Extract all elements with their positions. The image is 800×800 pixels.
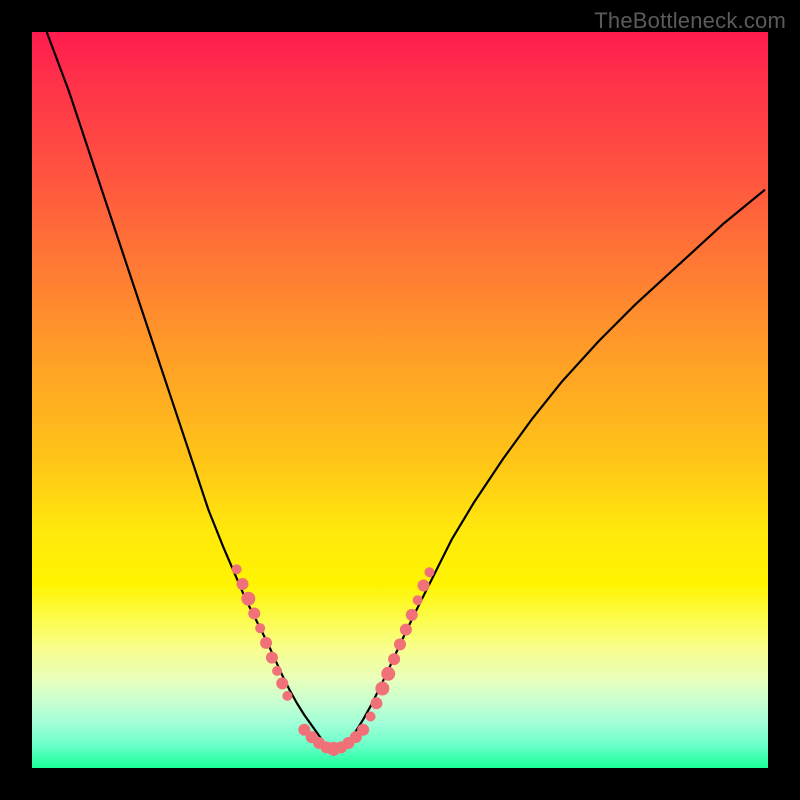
marker-dot (375, 682, 389, 696)
marker-dot (388, 653, 400, 665)
chart-svg (32, 32, 768, 768)
marker-dot (418, 579, 430, 591)
marker-dot (241, 592, 255, 606)
marker-dot (424, 567, 434, 577)
marker-dot (248, 607, 260, 619)
marker-dot (381, 667, 395, 681)
marker-dot (370, 697, 382, 709)
plot-area (32, 32, 768, 768)
marker-dot (394, 638, 406, 650)
marker-dot (400, 624, 412, 636)
marker-dot (413, 595, 423, 605)
watermark-text: TheBottleneck.com (594, 8, 786, 34)
marker-dot (255, 623, 265, 633)
curve-left-branch (47, 32, 334, 755)
marker-dot (266, 652, 278, 664)
marker-dot (232, 564, 242, 574)
curve-right-branch (334, 190, 765, 755)
marker-dot (282, 691, 292, 701)
marker-dot (276, 677, 288, 689)
marker-dot (260, 637, 272, 649)
marker-dot (406, 609, 418, 621)
marker-dot (272, 666, 282, 676)
marker-dot (357, 724, 369, 736)
marker-dot (237, 578, 249, 590)
marker-dot (366, 711, 376, 721)
chart-frame: TheBottleneck.com (0, 0, 800, 800)
marker-layer (232, 564, 435, 756)
